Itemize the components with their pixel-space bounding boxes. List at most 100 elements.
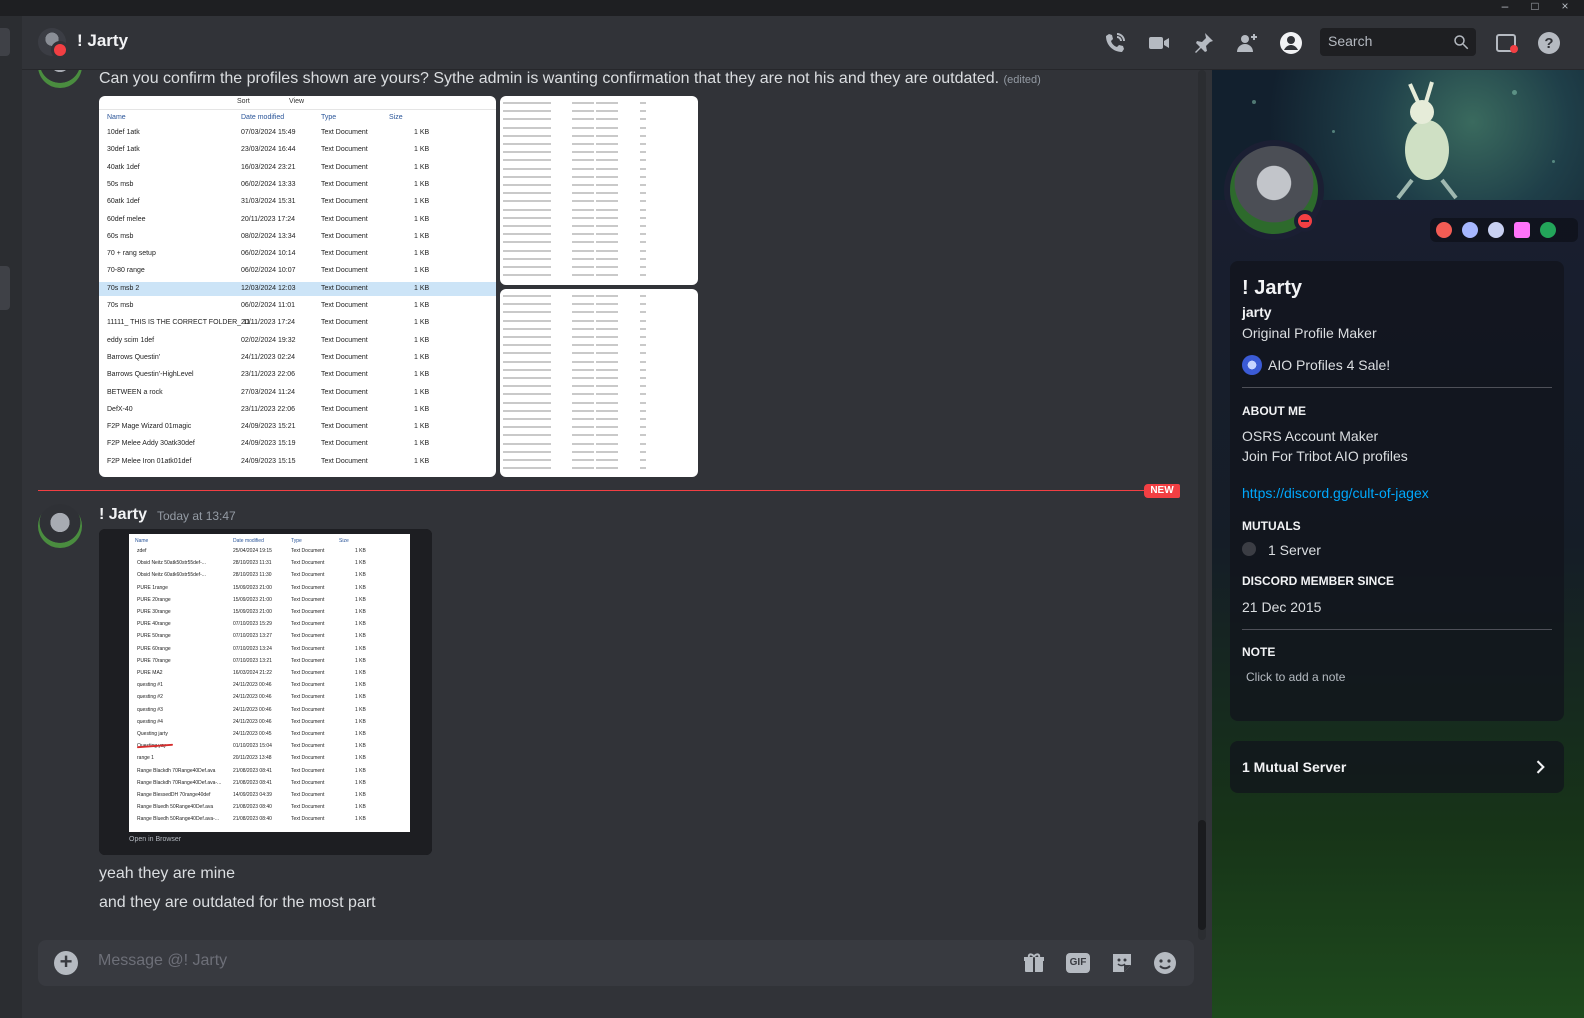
- add-friends-icon[interactable]: [1232, 28, 1262, 58]
- message-input[interactable]: [98, 952, 978, 970]
- inbox-icon[interactable]: [1492, 28, 1522, 58]
- file-row: DefX-40 23/11/2023 22:06 Text Document 1 KB: [99, 403, 496, 417]
- message-timestamp: Today at 13:47: [157, 509, 236, 523]
- note-input[interactable]: Click to add a note: [1246, 670, 1345, 684]
- thumbnail-text-line: [503, 118, 551, 121]
- search-icon[interactable]: [1452, 33, 1470, 51]
- badge-icon[interactable]: [1540, 222, 1556, 238]
- file-size: 1 KB: [355, 779, 366, 786]
- file-name: questing #2: [137, 694, 163, 701]
- dm-user-name[interactable]: ! Jarty: [77, 31, 128, 51]
- message-list[interactable]: Can you confirm the profiles shown are y…: [22, 70, 1212, 1010]
- avatar[interactable]: [38, 70, 82, 88]
- file-name: F2P Mage Wizard 01magic: [107, 423, 192, 431]
- file-row: PURE 1range 15/09/2023 21:00 Text Document…: [129, 585, 410, 595]
- close-icon[interactable]: ×: [1554, 0, 1576, 14]
- attachment-image-small[interactable]: [500, 96, 698, 285]
- search-input[interactable]: [1328, 33, 1448, 49]
- emoji-icon[interactable]: [1152, 950, 1178, 976]
- badge-icon[interactable]: [1462, 222, 1478, 238]
- file-type: Text Document: [321, 250, 368, 258]
- file-size: 1 KB: [355, 743, 366, 750]
- thumbnail-text-line: [596, 467, 618, 470]
- thumbnail-text-line: [572, 401, 594, 404]
- mutual-servers-count[interactable]: 1 Server: [1268, 542, 1321, 558]
- file-date: 24/09/2023 15:21: [241, 423, 296, 431]
- maximize-icon[interactable]: □: [1524, 0, 1546, 14]
- sidebar-tab[interactable]: [0, 28, 10, 56]
- scrollbar-thumb[interactable]: [1198, 820, 1206, 930]
- file-size: 1 KB: [355, 682, 366, 689]
- thumbnail-text-line: [503, 418, 551, 420]
- thumbnail-text-line: [640, 426, 646, 429]
- column-header: Date modified: [233, 538, 264, 544]
- thumbnail-text-line: [572, 102, 594, 104]
- chevron-right-icon: [1536, 760, 1545, 774]
- help-icon[interactable]: ?: [1534, 28, 1564, 58]
- attachment-image-explorer[interactable]: Sort View Name Date modified Type Size 1…: [99, 96, 496, 477]
- column-header: Type: [321, 114, 337, 121]
- thumbnail-text-line: [572, 192, 594, 195]
- thumbnail-text-line: [640, 126, 646, 129]
- thumbnail-text-line: [596, 434, 618, 437]
- thumbnail-text-line: [596, 319, 618, 322]
- badge-icon[interactable]: [1488, 222, 1504, 238]
- mutual-server-button[interactable]: 1 Mutual Server: [1230, 741, 1564, 793]
- file-row: range 1 20/11/2023 13:48 Text Document 1 KB: [129, 755, 410, 765]
- gift-icon[interactable]: [1021, 950, 1047, 976]
- video-call-icon[interactable]: [1144, 28, 1174, 58]
- file-date: 16/03/2024 21:22: [233, 670, 272, 676]
- about-me-link[interactable]: https://discord.gg/cult-of-jagex: [1242, 485, 1429, 501]
- thumbnail-text-line: [640, 360, 646, 363]
- thumbnail-text-line: [572, 434, 594, 437]
- sort-label: Sort: [237, 98, 250, 105]
- file-row: 70-80 range 06/02/2024 10:07 Text Document…: [99, 264, 496, 278]
- badge-icon[interactable]: [1436, 222, 1452, 238]
- file-type: Text Document: [291, 694, 325, 701]
- thumbnail-text-line: [572, 295, 594, 297]
- thumbnail-text-line: [572, 241, 594, 244]
- minimize-icon[interactable]: –: [1494, 0, 1516, 14]
- phone-call-icon[interactable]: [1100, 28, 1130, 58]
- user-profile-panel: ! Jarty jarty Original Profile Maker AIO…: [1212, 70, 1584, 1018]
- thumbnail-text-line: [596, 151, 618, 154]
- thumbnail-text-line: [503, 159, 551, 162]
- badge-icon[interactable]: [1514, 222, 1530, 238]
- file-date: 28/10/2023 11:31: [233, 560, 272, 567]
- message-author[interactable]: ! Jarty: [99, 506, 147, 524]
- sticker-icon[interactable]: [1109, 950, 1135, 976]
- file-name: PURE 1range: [137, 584, 168, 591]
- avatar[interactable]: [38, 504, 82, 548]
- file-row: Questing jarty 24/11/2023 00:45 Text Docum…: [129, 731, 410, 741]
- thumbnail-text-line: [503, 401, 551, 404]
- file-type: Text Document: [291, 621, 325, 628]
- file-type: Text Document: [321, 388, 368, 396]
- gif-icon[interactable]: GIF: [1065, 950, 1091, 976]
- thumbnail-text-line: [640, 467, 646, 470]
- pin-icon[interactable]: [1188, 28, 1218, 58]
- file-row: questing #4 24/11/2023 00:46 Text Document…: [129, 719, 410, 729]
- file-name: PURE 20range: [137, 596, 171, 603]
- file-row: questing #2 24/11/2023 00:46 Text Document…: [129, 694, 410, 704]
- avatar[interactable]: [38, 28, 69, 59]
- thumbnail-text-line: [503, 442, 551, 445]
- file-row: 50s msb 06/02/2024 13:33 Text Document 1 KB: [99, 178, 496, 192]
- thumbnail-text-line: [640, 134, 646, 137]
- thumbnail-text-line: [640, 159, 646, 162]
- search-box[interactable]: [1320, 28, 1476, 56]
- file-name: Questing jarty: [137, 731, 168, 737]
- sidebar-tab[interactable]: [0, 266, 10, 310]
- user-profile-icon[interactable]: [1276, 28, 1306, 58]
- attachment-image-small[interactable]: [500, 289, 698, 477]
- file-date: 24/11/2023 00:46: [233, 706, 272, 713]
- file-size: 1 KB: [355, 572, 366, 579]
- file-type: Text Document: [291, 609, 325, 615]
- upload-plus-button[interactable]: +: [54, 951, 78, 975]
- scrollbar[interactable]: [1198, 70, 1206, 940]
- attachment-image-screenshot[interactable]: Name Date modified Type Size zdef 25/04/2…: [99, 529, 432, 855]
- open-in-browser-link: Open in Browser: [129, 836, 182, 843]
- file-date: 20/11/2023 17:24: [241, 319, 295, 327]
- file-size: 1 KB: [355, 706, 366, 713]
- file-name: 10def 1atk: [107, 129, 140, 136]
- file-size: 1 KB: [414, 215, 430, 223]
